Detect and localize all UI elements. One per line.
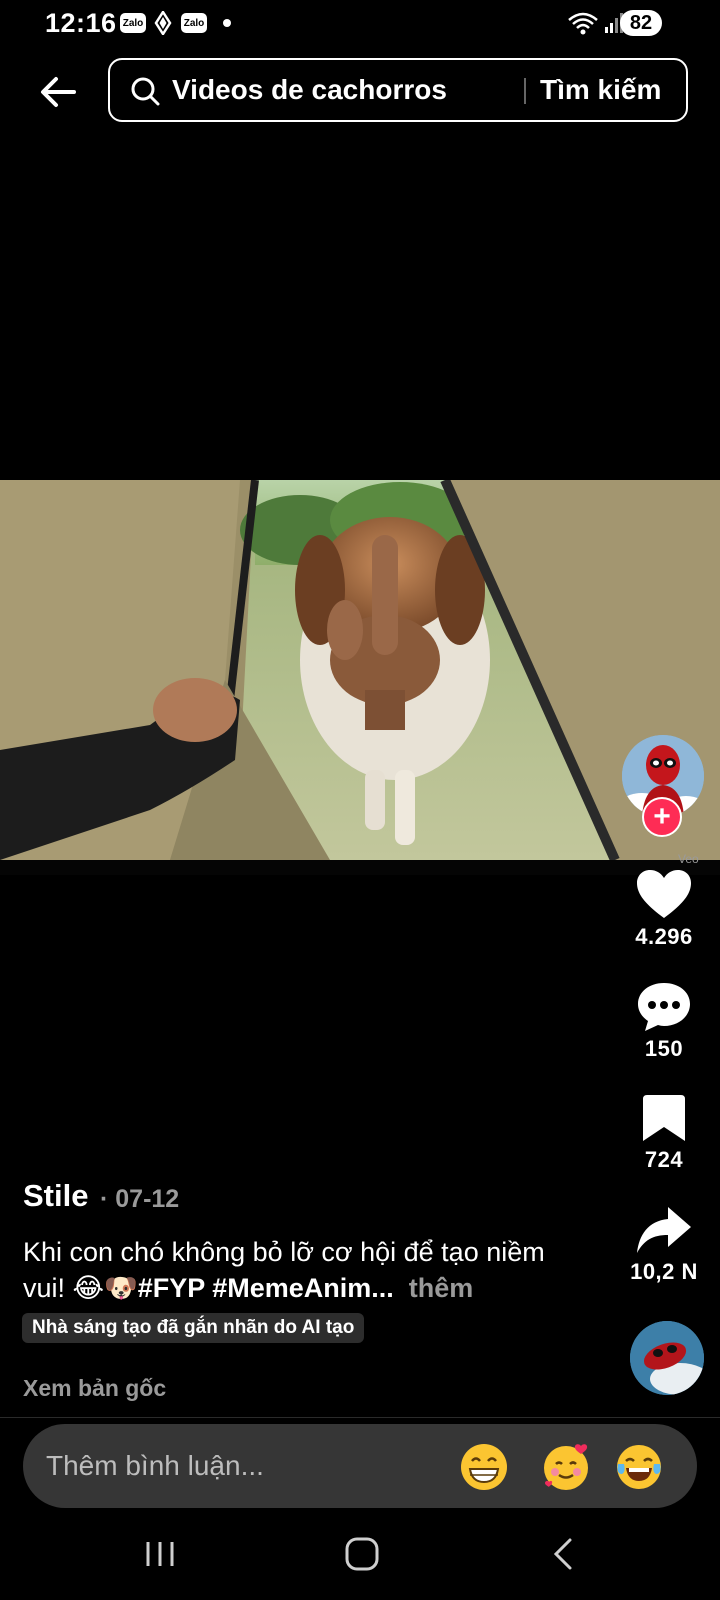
zalo-notification-icon: Zalo (181, 12, 207, 34)
music-disc[interactable] (630, 1321, 704, 1395)
more-notifications-dot-icon (222, 12, 232, 34)
comment-input-bar[interactable]: Thêm bình luận... (23, 1424, 697, 1508)
see-original-link[interactable]: Xem bản gốc (23, 1375, 166, 1402)
location-nav-icon (153, 11, 173, 35)
caption-hashtags[interactable]: #FYP #MemeAnim... (138, 1273, 394, 1303)
bookmark-icon (643, 1095, 685, 1141)
like-count: 4.296 (635, 924, 693, 949)
veo-label: Veo (678, 852, 699, 866)
save-button[interactable]: 724 (618, 1093, 710, 1173)
search-divider (524, 78, 526, 104)
post-date: · 07-12 (100, 1185, 180, 1213)
share-arrow-icon (637, 1207, 691, 1253)
divider (0, 1417, 720, 1418)
share-button[interactable]: 10,2 N (618, 1205, 710, 1285)
caption-more-link[interactable]: thêm (409, 1273, 474, 1303)
recent-apps-icon (146, 1542, 174, 1566)
back-button[interactable] (36, 70, 80, 114)
tears-of-joy-emoji-button[interactable] (614, 1442, 664, 1492)
system-back-button[interactable] (534, 1532, 594, 1576)
chat-bubble-icon (638, 983, 690, 1031)
recent-apps-button[interactable] (130, 1532, 190, 1576)
share-count: 10,2 N (630, 1259, 698, 1284)
video-frame-image (0, 480, 720, 875)
search-query[interactable]: Videos de cachorros (172, 74, 447, 106)
chevron-left-icon (553, 1538, 572, 1570)
plus-icon: + (653, 800, 671, 833)
comment-input-placeholder[interactable]: Thêm bình luận... (46, 1450, 264, 1482)
follow-plus-button[interactable]: + (642, 797, 682, 837)
comment-button[interactable]: 150 (618, 980, 710, 1062)
search-button[interactable]: Tìm kiếm (540, 74, 661, 106)
comment-count: 150 (644, 1036, 684, 1061)
search-icon (130, 76, 160, 106)
home-icon (345, 1537, 379, 1571)
search-bar[interactable]: Videos de cachorros Tìm kiếm (108, 58, 688, 122)
grin-emoji-button[interactable] (459, 1442, 509, 1492)
sound-cover-image (630, 1321, 704, 1395)
smiling-hearts-emoji-button[interactable] (541, 1442, 591, 1492)
wifi-icon (566, 12, 600, 35)
video-player[interactable] (0, 480, 720, 875)
battery-indicator: 82 (620, 10, 662, 36)
save-count: 724 (644, 1147, 684, 1172)
status-time: 12:16 (45, 8, 117, 38)
like-button[interactable]: 4.296 (618, 868, 710, 950)
ai-generated-label[interactable]: Nhà sáng tạo đã gắn nhãn do AI tạo (22, 1313, 365, 1343)
creator-name[interactable]: Stile (23, 1178, 88, 1214)
home-button[interactable] (332, 1532, 392, 1576)
zalo-notification-icon: Zalo (120, 12, 146, 34)
arrow-left-icon (41, 77, 76, 107)
heart-icon (637, 870, 691, 918)
video-caption[interactable]: Khi con chó không bỏ lỡ cơ hội để tạo ni… (23, 1234, 583, 1306)
